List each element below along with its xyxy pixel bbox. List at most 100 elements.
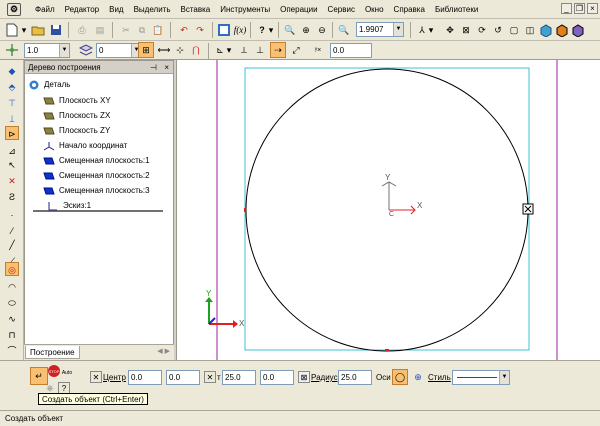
point-on-circle-icon[interactable]: ✕ xyxy=(204,371,216,383)
line-scale-field[interactable]: 1.0 ▼ xyxy=(24,43,70,58)
auto-create-button[interactable]: Auto xyxy=(60,365,74,381)
tree-item-offset-plane-2[interactable]: Смещенная плоскость:2 xyxy=(43,170,150,182)
local-cs-dropdown-icon[interactable]: ▾ xyxy=(226,42,232,58)
menu-edit[interactable]: Редактор xyxy=(60,5,104,14)
menu-select[interactable]: Выделить xyxy=(129,5,176,14)
zoom-out-icon[interactable]: ⊖ xyxy=(314,22,330,38)
center-x-field[interactable]: 0.0 xyxy=(128,370,162,385)
undo-icon[interactable]: ↶ xyxy=(176,22,192,38)
paste-icon[interactable]: 📋 xyxy=(150,22,166,38)
ortho-grid-icon[interactable]: ⊞ xyxy=(138,42,154,58)
tree-item-offset-plane-3[interactable]: Смещенная плоскость:3 xyxy=(43,185,150,197)
preview-icon[interactable]: ▤ xyxy=(92,22,108,38)
fx-button[interactable]: f(x) xyxy=(232,22,248,38)
ortho-mode-icon[interactable]: ⊥ xyxy=(252,42,268,58)
tree-root[interactable]: Деталь xyxy=(28,79,70,91)
parametrize-tool-icon[interactable]: ⊳ xyxy=(5,126,19,140)
copy-icon[interactable]: ⧉ xyxy=(134,22,150,38)
tree-item-offset-plane-1[interactable]: Смещенная плоскость:1 xyxy=(43,155,150,167)
reports-tool-icon[interactable]: Ƨ xyxy=(5,190,19,204)
new-dropdown-icon[interactable]: ▾ xyxy=(20,22,28,38)
pin-icon[interactable]: ⊣ xyxy=(150,61,157,74)
shaded-icon[interactable] xyxy=(538,22,554,38)
zoom-in-icon[interactable]: ⊕ xyxy=(298,22,314,38)
radius-icon[interactable]: ⊠ xyxy=(298,371,310,383)
wcs-icon[interactable]: ⟂ xyxy=(236,42,252,58)
close-button[interactable]: × xyxy=(587,3,598,14)
magnet-icon[interactable]: ⋂ xyxy=(188,42,204,58)
menu-view[interactable]: Вид xyxy=(104,5,128,14)
local-snap-icon[interactable]: ⊹ xyxy=(172,42,188,58)
radius-field[interactable]: 25.0 xyxy=(338,370,372,385)
menu-operations[interactable]: Операции xyxy=(275,5,322,14)
ellipse-tool-icon[interactable]: ⬭ xyxy=(5,296,19,310)
menu-window[interactable]: Окно xyxy=(360,5,389,14)
variables-icon[interactable] xyxy=(216,22,232,38)
menu-libraries[interactable]: Библиотеки xyxy=(430,5,483,14)
shaded-edges-icon[interactable] xyxy=(554,22,570,38)
refresh-icon[interactable]: ↺ xyxy=(490,22,506,38)
menu-file[interactable]: Файл xyxy=(30,5,60,14)
geometry-tool-icon[interactable]: ◆ xyxy=(5,64,19,78)
symbols-tool-icon[interactable]: ⊤ xyxy=(5,96,19,110)
tree-item-plane-xy[interactable]: Плоскость XY xyxy=(43,95,111,107)
open-icon[interactable] xyxy=(30,22,46,38)
help-dropdown-icon[interactable]: ▾ xyxy=(268,22,274,38)
select-tool-icon[interactable]: ↖ xyxy=(5,158,19,172)
line-scale-dropdown-icon[interactable]: ▼ xyxy=(59,44,69,57)
tree-item-plane-zx[interactable]: Плоскость ZX xyxy=(43,110,110,122)
cut-icon[interactable]: ✂ xyxy=(118,22,134,38)
print-icon[interactable]: ⎙ xyxy=(74,22,90,38)
style-select[interactable]: ▼ xyxy=(452,370,510,385)
style-dropdown-icon[interactable]: ▼ xyxy=(499,371,509,384)
layer-icon[interactable] xyxy=(78,42,94,58)
tree-item-origin[interactable]: Начало координат xyxy=(43,140,127,152)
arc-tool-icon[interactable]: ◠ xyxy=(5,280,19,294)
step-field[interactable]: 0.0 xyxy=(330,43,372,58)
aux-line-tool-icon[interactable]: ⁄ xyxy=(5,224,19,238)
menu-insert[interactable]: Вставка xyxy=(176,5,216,14)
tree-item-sketch-1[interactable]: Эскиз:1 xyxy=(33,200,163,212)
grid-step-icon[interactable] xyxy=(4,42,20,58)
dimension-tool-icon[interactable]: ⬘ xyxy=(5,80,19,94)
wireframe-icon[interactable]: ▢ xyxy=(506,22,522,38)
save-icon[interactable] xyxy=(48,22,64,38)
segment-tool-icon[interactable]: ╱ xyxy=(5,238,19,252)
point-y-field[interactable]: 0.0 xyxy=(260,370,294,385)
point-tool-icon[interactable]: · xyxy=(5,208,19,222)
stop-button[interactable]: STOP xyxy=(48,365,60,377)
minimize-button[interactable]: _ xyxy=(561,3,572,14)
perspective-icon[interactable] xyxy=(570,22,586,38)
tree-close-icon[interactable]: × xyxy=(164,61,169,74)
measure-tool-icon[interactable]: ⊿ xyxy=(5,144,19,158)
no-axes-button[interactable]: ◯ xyxy=(392,369,408,385)
tree-scroll-arrows-icon[interactable]: ◀ ▶ xyxy=(157,347,170,355)
edit-tool-icon[interactable]: ⟘ xyxy=(5,112,19,126)
redo-icon[interactable]: ↷ xyxy=(192,22,208,38)
center-point-icon[interactable]: ✕ xyxy=(90,371,102,383)
hidden-lines-icon[interactable]: ◫ xyxy=(522,22,538,38)
fit-all-icon[interactable]: ⊠ xyxy=(458,22,474,38)
chamfer-tool-icon[interactable]: ⌒ xyxy=(5,344,19,358)
point-x-field[interactable]: 25.0 xyxy=(222,370,256,385)
polyline-tool-icon[interactable]: ⊓ xyxy=(5,328,19,342)
tab-construction[interactable]: Построение xyxy=(25,346,80,359)
zoom-scale-icon[interactable]: 🔍 xyxy=(336,22,352,38)
parametric-icon[interactable]: ⇢ xyxy=(270,42,286,58)
zoom-dropdown-icon[interactable]: ▼ xyxy=(393,23,403,36)
pan-icon[interactable]: ✥ xyxy=(442,22,458,38)
restore-button[interactable]: ❐ xyxy=(574,3,585,14)
spec-tool-icon[interactable]: ✕ xyxy=(5,174,19,188)
rotate-icon[interactable]: ⟳ xyxy=(474,22,490,38)
menu-tools[interactable]: Инструменты xyxy=(215,5,275,14)
layer-field[interactable]: 0 ▼ xyxy=(96,43,142,58)
spline-tool-icon[interactable]: ∿ xyxy=(5,312,19,326)
menu-help[interactable]: Справка xyxy=(389,5,430,14)
tree-item-plane-zy[interactable]: Плоскость ZY xyxy=(43,125,110,137)
zoom-value-field[interactable]: 1.9907 ▼ xyxy=(356,22,404,37)
new-document-icon[interactable] xyxy=(4,22,20,38)
menu-service[interactable]: Сервис xyxy=(323,5,360,14)
circle-tool-icon[interactable]: ◎ xyxy=(5,262,19,276)
drawing-canvas[interactable]: Y X C Y X xyxy=(176,60,600,360)
snap-icon[interactable]: ⟷ xyxy=(156,42,172,58)
